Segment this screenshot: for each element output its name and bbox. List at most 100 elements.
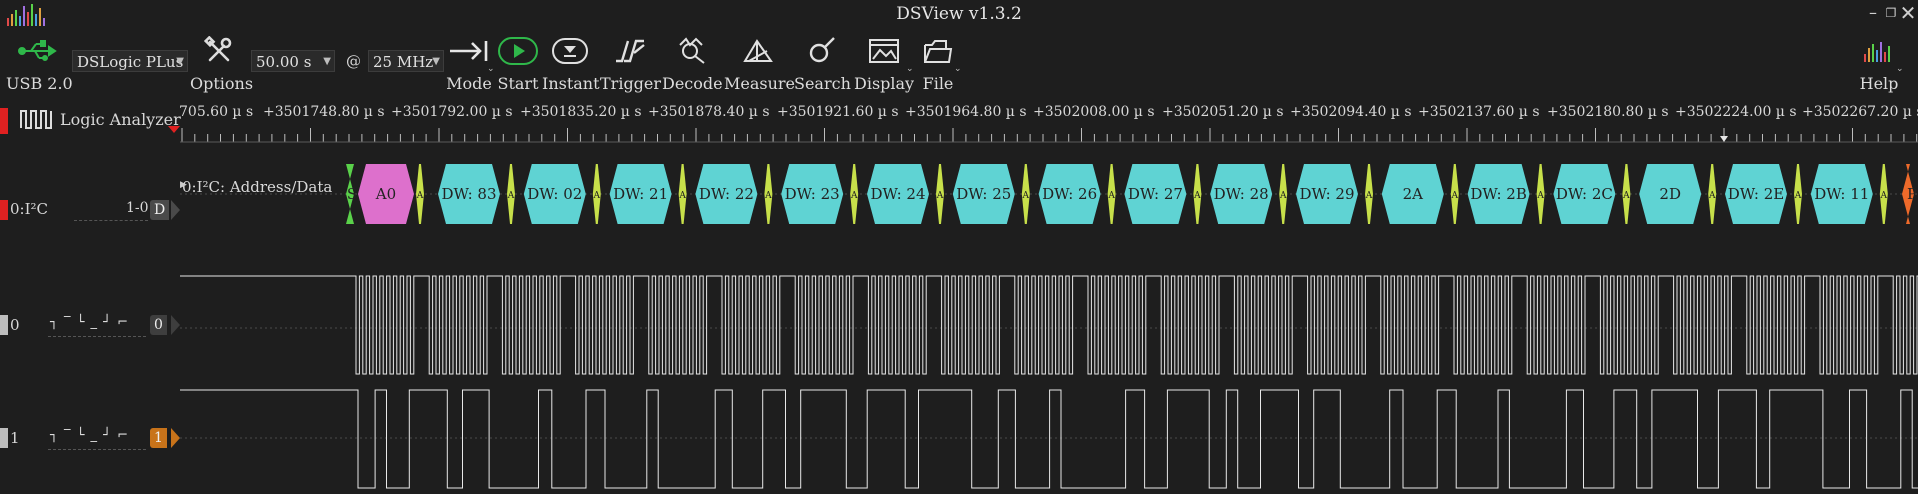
ruler-label: +3502224.00 µ s	[1675, 104, 1797, 120]
ch0-indicator	[0, 315, 8, 335]
data-label: DW: 27	[1128, 185, 1183, 203]
decoder-chip-arrow	[171, 200, 180, 220]
ack-label: A	[764, 191, 772, 201]
decode-label: Decode	[662, 74, 723, 93]
data-label: DW: 22	[699, 185, 754, 203]
ruler-label: +3502137.60 µ s	[1418, 104, 1540, 120]
decoder-chip[interactable]: D	[150, 200, 170, 220]
data-label: DW: 25	[956, 185, 1011, 203]
ch0-chip-arrow	[171, 315, 180, 335]
data-label: DW: 21	[613, 185, 668, 203]
data-label: DW: 24	[870, 185, 925, 203]
trigger-label: Trigger	[600, 74, 662, 93]
ch1-trigger-icons[interactable]: ┐ ‾ └ _ ┘ ⌐	[50, 428, 129, 443]
display-dropdown-icon[interactable]: ⌄	[906, 64, 914, 74]
data-label: DW: 2E	[1728, 185, 1784, 203]
mode-button[interactable]: Mode	[446, 34, 492, 93]
tools-icon	[190, 34, 248, 68]
file-dropdown-icon[interactable]: ⌄	[954, 64, 962, 74]
ch1-chip[interactable]: 1	[150, 428, 167, 448]
usb-status[interactable]: USB 2.0	[6, 34, 73, 93]
ruler-label: +3501878.40 µ s	[648, 104, 770, 120]
help-logo-icon	[1856, 34, 1902, 68]
time-ruler[interactable]	[180, 128, 1918, 148]
ack-label: A	[1794, 191, 1802, 201]
stop-label: P	[1907, 185, 1917, 203]
ack-label: A	[1193, 191, 1201, 201]
chevron-down-icon: ▼	[176, 56, 184, 67]
usb-icon	[6, 34, 68, 68]
ruler-label: 705.60 µ s	[179, 104, 254, 120]
ack-label: A	[1708, 191, 1716, 201]
close-button[interactable]: ✕	[1899, 3, 1917, 23]
options-button[interactable]: Options	[190, 34, 253, 93]
measure-icon	[724, 34, 792, 68]
ch0-chip[interactable]: 0	[150, 315, 167, 335]
duration-value: 50.00 s	[256, 53, 312, 71]
ack-label: A	[1622, 191, 1630, 201]
decode-lane[interactable]: S A0 A DW: 83 A DW: 02 A DW: 21 A DW: 22 A DW: 23 A D…	[180, 158, 1918, 230]
ack-label: A	[593, 191, 601, 201]
trigger-button[interactable]: Trigger	[600, 34, 662, 93]
decoder-indicator	[0, 200, 8, 220]
ch0-label[interactable]: 0	[10, 316, 20, 334]
ack-label: A	[1279, 191, 1287, 201]
ch1-label[interactable]: 1	[10, 429, 20, 447]
ch1-waveform[interactable]	[180, 386, 1918, 494]
data-label: DW: 2C	[1556, 185, 1613, 203]
ruler-label: +3501748.80 µ s	[263, 104, 385, 120]
ack-label: A	[1107, 191, 1115, 201]
instant-button[interactable]: Instant	[542, 34, 600, 93]
ruler-label: +3501964.80 µ s	[905, 104, 1027, 120]
mode-arrow-icon	[446, 34, 492, 68]
search-button[interactable]: Search	[794, 34, 851, 93]
start-button[interactable]: Start	[496, 34, 540, 93]
instant-label: Instant	[542, 74, 600, 93]
data-label: DW: 83	[441, 185, 496, 203]
chevron-down-icon: ▼	[432, 56, 440, 67]
data-label: 2D	[1659, 185, 1681, 203]
ch1-underline	[48, 449, 146, 450]
measure-label: Measure	[724, 74, 796, 93]
duration-select[interactable]: 50.00 s ▼	[251, 50, 335, 72]
folder-icon	[916, 34, 960, 68]
ack-label: A	[1451, 191, 1459, 201]
help-label: Help	[1859, 74, 1899, 93]
restore-button[interactable]: ❐	[1882, 4, 1900, 22]
ack-label: A	[1880, 191, 1888, 201]
ch1-trace	[180, 389, 1918, 489]
ch0-waveform[interactable]	[180, 272, 1918, 378]
ruler-label: +3502180.80 µ s	[1547, 104, 1669, 120]
ack-label: A	[936, 191, 944, 201]
ack-label: A	[1365, 191, 1373, 201]
decoder-channel-name[interactable]: 0:I²C	[10, 200, 48, 218]
cursor-marker-icon[interactable]	[1720, 136, 1728, 142]
analyzer-collapse-icon[interactable]	[168, 126, 180, 133]
ruler-label: +3502267.20 µ s	[1802, 104, 1918, 120]
play-icon	[496, 34, 540, 68]
ch1-indicator	[0, 428, 8, 448]
data-label: DW: 02	[527, 185, 582, 203]
start-label: Start	[497, 74, 539, 93]
device-value: DSLogic PLus	[77, 53, 184, 71]
help-dropdown-icon[interactable]: ⌄	[1896, 64, 1904, 74]
ruler-label: +3502008.00 µ s	[1033, 104, 1155, 120]
decode-button[interactable]: Decode	[662, 34, 723, 93]
data-label: 2A	[1403, 185, 1424, 203]
ack-label: A	[678, 191, 686, 201]
display-label: Display	[854, 74, 915, 93]
ch0-trigger-icons[interactable]: ┐ ‾ └ _ ┘ ⌐	[50, 315, 129, 330]
samplerate-value: 25 MHz	[373, 53, 434, 71]
display-button[interactable]: Display	[854, 34, 914, 93]
device-select[interactable]: DSLogic PLus ▼	[72, 50, 188, 72]
ruler-label: +3501792.00 µ s	[391, 104, 513, 120]
start-label: S	[347, 185, 357, 203]
ack-label: A	[416, 191, 424, 201]
samplerate-select[interactable]: 25 MHz ▼	[368, 50, 444, 72]
mode-dropdown-icon[interactable]: ⌄	[487, 64, 495, 74]
measure-button[interactable]: Measure	[724, 34, 796, 93]
ruler-label: +3501835.20 µ s	[520, 104, 642, 120]
minimize-button[interactable]: –	[1864, 4, 1882, 22]
square-wave-icon	[20, 108, 54, 134]
usb-label: USB 2.0	[6, 74, 73, 93]
